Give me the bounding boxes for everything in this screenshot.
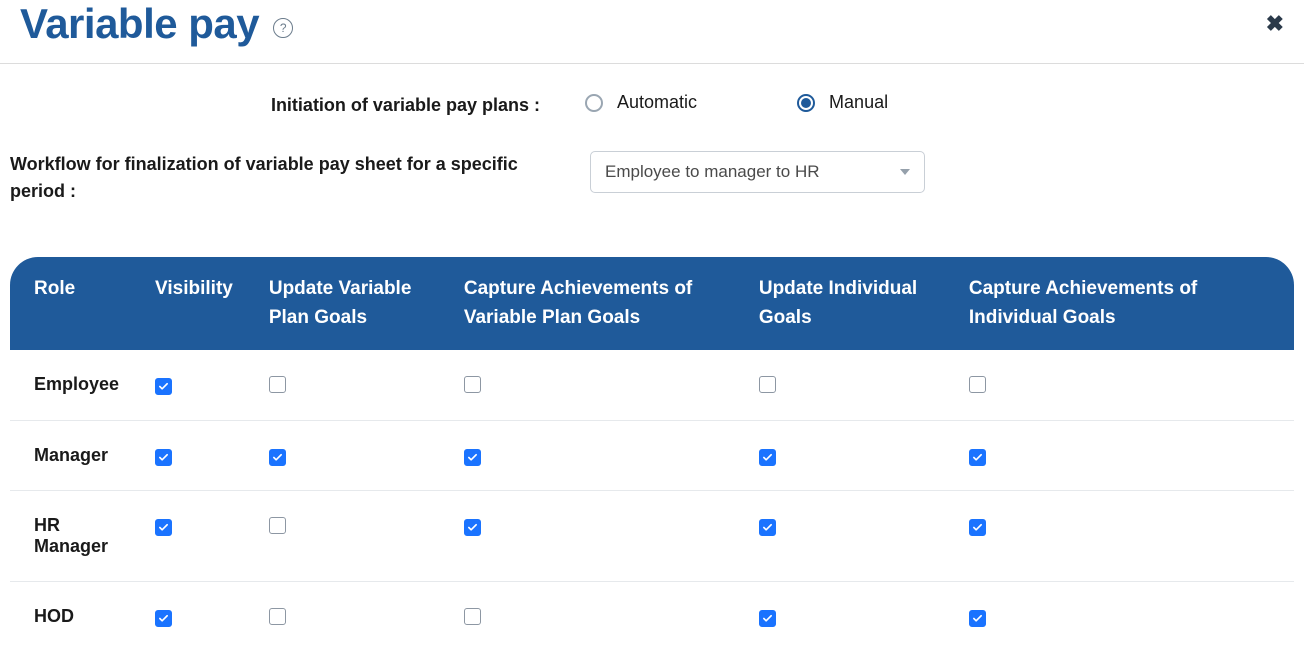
chevron-down-icon — [900, 169, 910, 175]
th-capture-var-goals: Capture Achievements of Variable Plan Go… — [440, 257, 735, 350]
cell-update-var-goals — [245, 421, 440, 491]
table-row: HOD — [10, 582, 1294, 652]
initiation-radios: Automatic Manual — [585, 92, 888, 113]
cell-update-ind-goals — [735, 350, 945, 421]
close-icon[interactable]: ✖ — [1266, 11, 1284, 37]
check-icon — [158, 381, 169, 392]
cell-role: HOD — [10, 582, 131, 652]
table-row: HR Manager — [10, 491, 1294, 582]
th-visibility: Visibility — [131, 257, 245, 350]
radio-automatic[interactable]: Automatic — [585, 92, 697, 113]
cell-update-ind-goals — [735, 491, 945, 582]
checkbox-capture-ind-goals[interactable] — [969, 610, 986, 627]
cell-visibility — [131, 421, 245, 491]
check-icon — [467, 452, 478, 463]
cell-capture-ind-goals — [945, 350, 1294, 421]
cell-role: HR Manager — [10, 491, 131, 582]
cell-update-ind-goals — [735, 582, 945, 652]
check-icon — [972, 613, 983, 624]
check-icon — [158, 613, 169, 624]
radio-automatic-circle — [585, 94, 603, 112]
cell-capture-var-goals — [440, 421, 735, 491]
page-header: Variable pay ? ✖ — [0, 0, 1304, 64]
checkbox-capture-var-goals[interactable] — [464, 608, 481, 625]
checkbox-update-var-goals[interactable] — [269, 449, 286, 466]
cell-update-var-goals — [245, 350, 440, 421]
cell-capture-ind-goals — [945, 491, 1294, 582]
workflow-row: Workflow for finalization of variable pa… — [10, 151, 1284, 205]
page-title: Variable pay — [20, 0, 259, 48]
th-update-var-goals: Update Variable Plan Goals — [245, 257, 440, 350]
check-icon — [762, 613, 773, 624]
checkbox-capture-ind-goals[interactable] — [969, 519, 986, 536]
check-icon — [272, 452, 283, 463]
radio-manual-label: Manual — [829, 92, 888, 113]
cell-capture-ind-goals — [945, 582, 1294, 652]
cell-capture-var-goals — [440, 350, 735, 421]
check-icon — [762, 522, 773, 533]
check-icon — [762, 452, 773, 463]
checkbox-capture-ind-goals[interactable] — [969, 449, 986, 466]
initiation-row: Initiation of variable pay plans : Autom… — [10, 92, 1284, 119]
table-row: Employee — [10, 350, 1294, 421]
permissions-tbody: EmployeeManagerHR ManagerHOD — [10, 350, 1294, 652]
cell-role: Employee — [10, 350, 131, 421]
checkbox-visibility[interactable] — [155, 519, 172, 536]
checkbox-capture-var-goals[interactable] — [464, 519, 481, 536]
workflow-select[interactable]: Employee to manager to HR — [590, 151, 925, 193]
permissions-table: Role Visibility Update Variable Plan Goa… — [10, 257, 1294, 652]
check-icon — [467, 522, 478, 533]
initiation-label: Initiation of variable pay plans : — [10, 92, 585, 119]
checkbox-capture-var-goals[interactable] — [464, 376, 481, 393]
cell-visibility — [131, 582, 245, 652]
checkbox-update-var-goals[interactable] — [269, 517, 286, 534]
check-icon — [158, 522, 169, 533]
checkbox-visibility[interactable] — [155, 449, 172, 466]
check-icon — [972, 452, 983, 463]
cell-role: Manager — [10, 421, 131, 491]
workflow-label: Workflow for finalization of variable pa… — [10, 151, 590, 205]
radio-automatic-label: Automatic — [617, 92, 697, 113]
table-row: Manager — [10, 421, 1294, 491]
th-update-ind-goals: Update Individual Goals — [735, 257, 945, 350]
cell-update-ind-goals — [735, 421, 945, 491]
cell-visibility — [131, 491, 245, 582]
checkbox-capture-var-goals[interactable] — [464, 449, 481, 466]
cell-capture-ind-goals — [945, 421, 1294, 491]
checkbox-update-ind-goals[interactable] — [759, 610, 776, 627]
cell-capture-var-goals — [440, 582, 735, 652]
radio-manual[interactable]: Manual — [797, 92, 888, 113]
form-area: Initiation of variable pay plans : Autom… — [0, 64, 1304, 247]
checkbox-update-ind-goals[interactable] — [759, 519, 776, 536]
th-role: Role — [10, 257, 131, 350]
cell-capture-var-goals — [440, 491, 735, 582]
checkbox-update-var-goals[interactable] — [269, 608, 286, 625]
workflow-control: Employee to manager to HR — [590, 151, 925, 193]
cell-update-var-goals — [245, 491, 440, 582]
permissions-table-wrap: Role Visibility Update Variable Plan Goa… — [0, 247, 1304, 652]
check-icon — [158, 452, 169, 463]
cell-visibility — [131, 350, 245, 421]
checkbox-visibility[interactable] — [155, 610, 172, 627]
cell-update-var-goals — [245, 582, 440, 652]
check-icon — [972, 522, 983, 533]
checkbox-update-ind-goals[interactable] — [759, 449, 776, 466]
help-icon[interactable]: ? — [273, 18, 293, 38]
workflow-select-value: Employee to manager to HR — [605, 162, 820, 182]
th-capture-ind-goals: Capture Achievements of Individual Goals — [945, 257, 1294, 350]
checkbox-update-ind-goals[interactable] — [759, 376, 776, 393]
checkbox-visibility[interactable] — [155, 378, 172, 395]
checkbox-capture-ind-goals[interactable] — [969, 376, 986, 393]
checkbox-update-var-goals[interactable] — [269, 376, 286, 393]
table-header-row: Role Visibility Update Variable Plan Goa… — [10, 257, 1294, 350]
title-wrap: Variable pay ? — [20, 0, 293, 48]
radio-manual-circle — [797, 94, 815, 112]
